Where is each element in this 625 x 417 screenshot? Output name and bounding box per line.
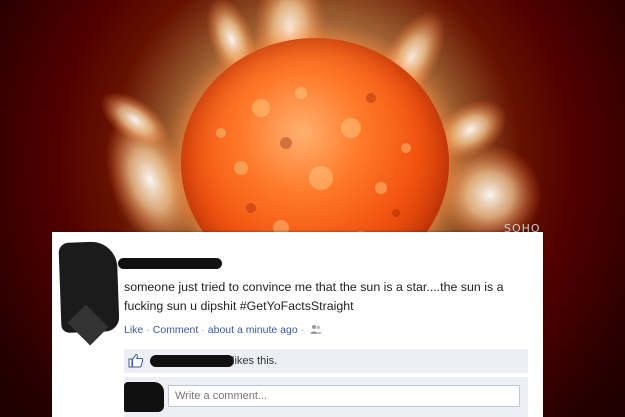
likes-summary: likes this. xyxy=(124,349,528,373)
action-separator: · xyxy=(146,324,150,336)
post-actions-bar: Like · Comment · about a minute ago · xyxy=(124,324,322,338)
action-separator: · xyxy=(300,324,305,336)
author-name-redacted[interactable] xyxy=(118,258,222,269)
action-separator: · xyxy=(201,324,205,336)
comment-link[interactable]: Comment xyxy=(153,324,199,336)
thumbs-up-icon xyxy=(128,353,144,373)
commenter-photo-redacted xyxy=(124,382,164,412)
post-timestamp[interactable]: about a minute ago xyxy=(208,324,298,336)
comment-input[interactable] xyxy=(168,385,520,407)
likes-text: likes this. xyxy=(232,355,278,367)
facebook-post-card: someone just tried to convince me that t… xyxy=(52,232,543,417)
comment-composer xyxy=(124,377,528,417)
post-text: someone just tried to convince me that t… xyxy=(124,280,504,313)
friends-icon[interactable] xyxy=(310,324,322,338)
like-link[interactable]: Like xyxy=(124,324,143,336)
screenshot-stage: SOHO someone just tried to convince me t… xyxy=(0,0,625,417)
likers-names-redacted[interactable] xyxy=(150,355,234,367)
